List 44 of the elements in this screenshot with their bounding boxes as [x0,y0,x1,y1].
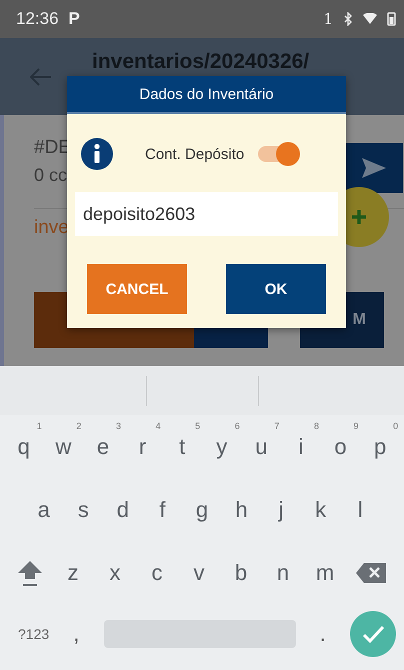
key-label: u [255,434,268,460]
key-label: r [138,434,146,460]
key-label: g [196,496,208,522]
key-label: v [194,560,204,586]
key-label: e [96,434,110,460]
key-hint: 9 [354,420,359,430]
key-label: i [298,434,304,460]
dialog-title: Dados do Inventário [67,76,346,114]
key-label: y [216,434,228,460]
key-label: m [316,560,334,586]
key-label: b [234,560,248,586]
key-label: c [152,560,162,586]
toggle-label: Cont. Depósito [145,146,244,162]
key-label: w [55,434,72,460]
key-label: h [235,496,248,522]
key-label: o [334,434,347,460]
key-label: s [78,496,89,522]
key-hint: 1 [36,420,42,430]
key-label: l [358,496,363,522]
key-hint: 8 [314,420,319,430]
item-subtitle: 0 cc [34,165,68,186]
key-label: q [18,434,30,460]
key-label: d [116,496,129,522]
key-label: j [278,496,284,522]
key-label: k [315,496,326,522]
sim-indicator: 1 [323,10,333,28]
key-hint: 0 [393,420,398,430]
key-hint: 2 [76,420,82,430]
key-label: t [179,434,186,460]
key-label: n [276,560,290,586]
item-title: inve [34,217,69,239]
notification-text: P [68,9,80,29]
key-hint: 3 [116,420,121,430]
key-hint: 4 [156,420,161,430]
key-hint: 6 [234,420,240,430]
app-bar-title: inventarios/20240326/ [92,50,310,74]
status-time: 12:36 [16,9,59,29]
key-hint: 7 [274,420,280,430]
key-hint: 5 [195,420,200,430]
key-label: x [110,560,120,586]
key-label: p [374,434,386,460]
key-label: z [68,560,78,586]
key-label: a [38,496,50,522]
key-label: f [159,496,166,522]
